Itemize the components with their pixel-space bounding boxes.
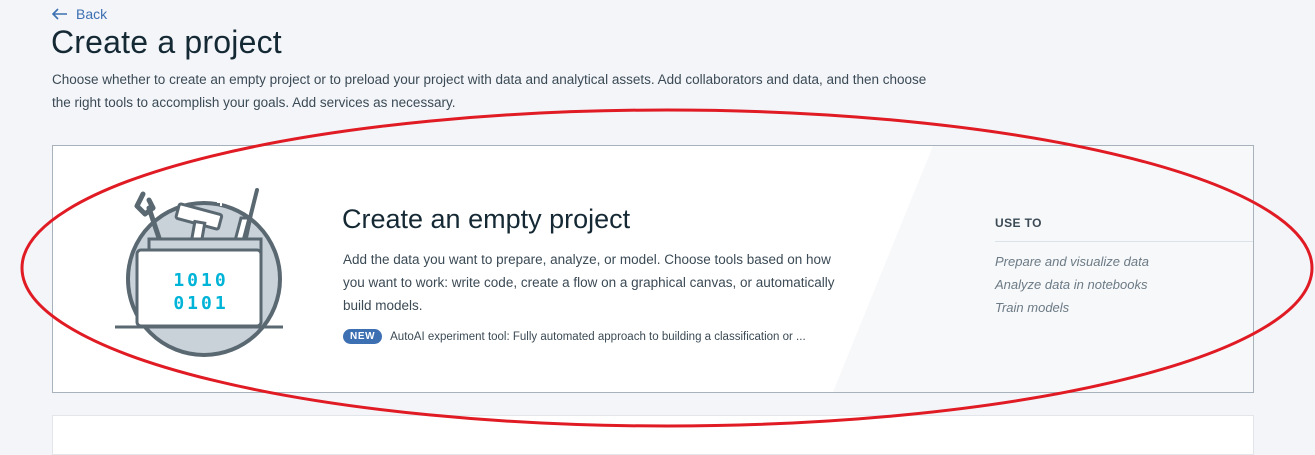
- use-to-item: Train models: [995, 300, 1070, 315]
- card-title: Create an empty project: [342, 204, 631, 234]
- use-to-item: Analyze data in notebooks: [995, 277, 1148, 292]
- arrow-left-icon: [52, 8, 68, 20]
- binary-line-1: 1010: [173, 270, 228, 291]
- divider: [995, 241, 1253, 242]
- binary-line-2: 0101: [173, 293, 228, 314]
- use-to-heading: USE TO: [995, 216, 1042, 230]
- card-description: Add the data you want to prepare, analyz…: [343, 252, 835, 313]
- back-label: Back: [76, 6, 108, 22]
- back-link[interactable]: Back: [52, 5, 107, 23]
- create-empty-project-card[interactable]: 1010 0101 Create an empty project Add th…: [52, 145, 1254, 393]
- next-project-card[interactable]: [52, 415, 1254, 455]
- page-title: Create a project: [51, 24, 282, 60]
- new-badge: NEW: [343, 329, 383, 344]
- new-feature-row: NEW AutoAI experiment tool: Fully automa…: [343, 329, 806, 344]
- use-to-list: Prepare and visualize data Analyze data …: [995, 250, 1149, 319]
- toolbox-icon: 1010 0101: [115, 188, 283, 357]
- new-feature-text: AutoAI experiment tool: Fully automated …: [390, 330, 806, 343]
- use-to-item: Prepare and visualize data: [995, 254, 1149, 269]
- page-description: Choose whether to create an empty projec…: [52, 72, 927, 110]
